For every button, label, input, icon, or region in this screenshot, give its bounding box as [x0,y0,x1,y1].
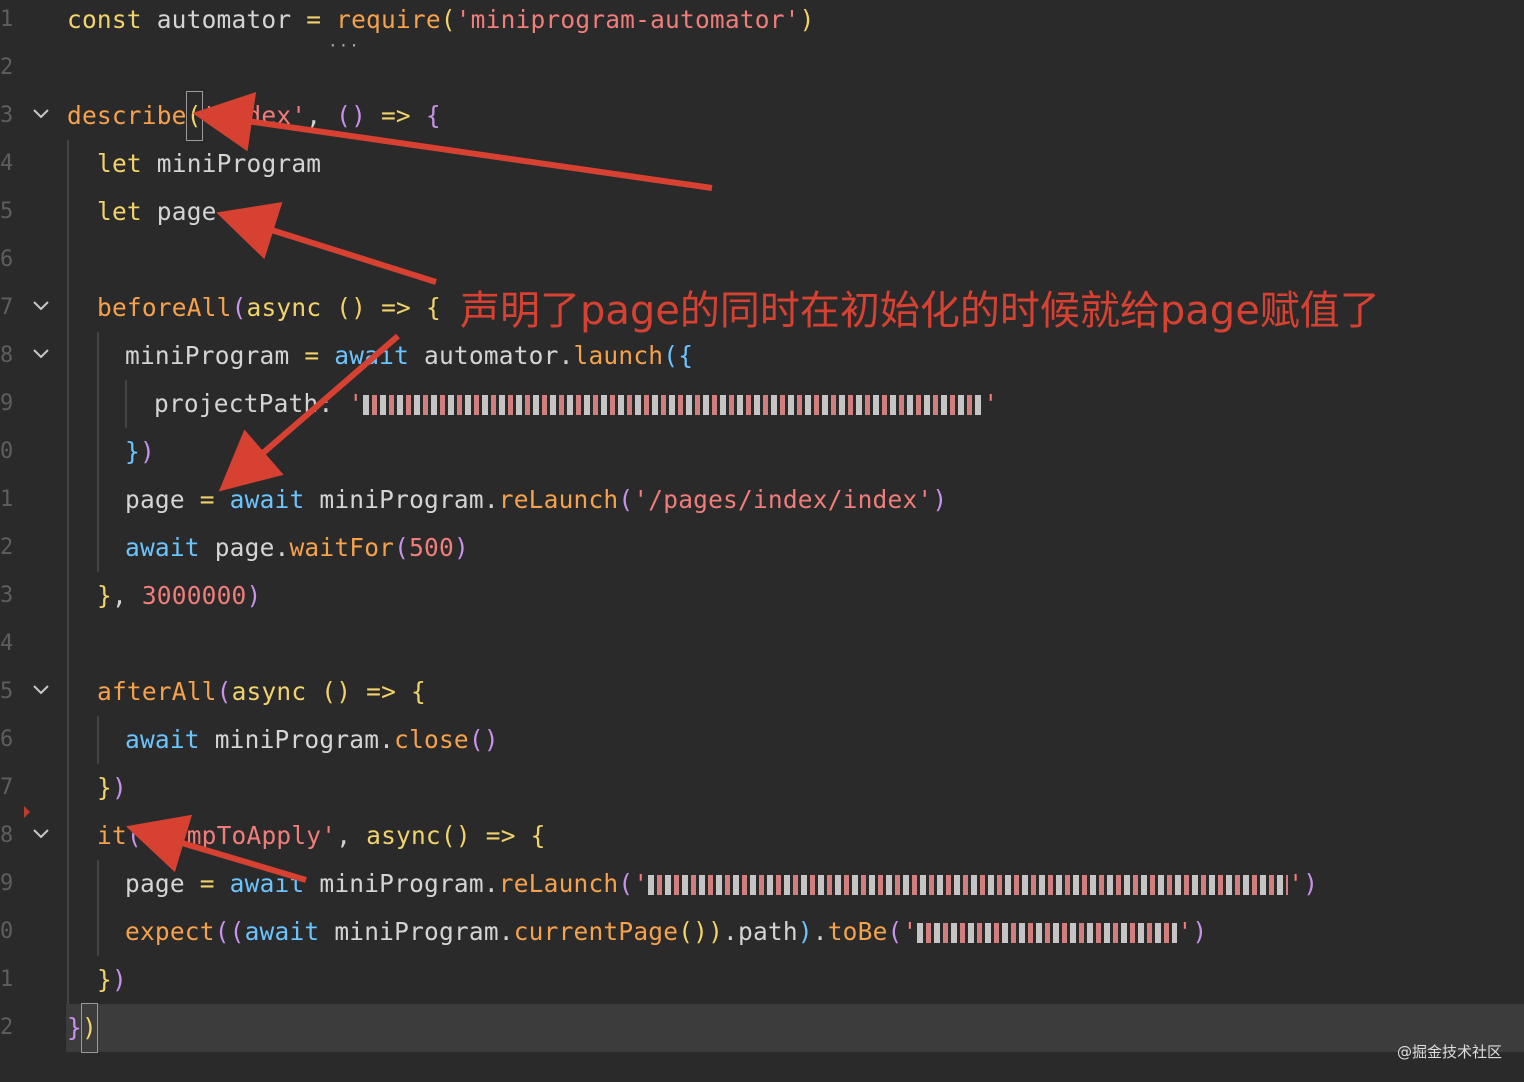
line-number: 7 [0,295,14,320]
code-line-13[interactable]: 3 }, 3000000) [0,572,1524,620]
line-number: 2 [0,55,14,80]
code-line-20[interactable]: 0 expect((await miniProgram.currentPage(… [0,908,1524,956]
redacted-path [363,395,984,415]
code-text[interactable]: await page.waitFor(500) [125,524,469,572]
line-number: 9 [0,391,14,416]
code-text[interactable]: await miniProgram.close() [125,716,499,764]
code-text[interactable]: beforeAll(async () => { [97,284,441,332]
fold-chevron-icon[interactable] [30,822,52,844]
code-line-18[interactable]: 8 it('jumpToApply', async() => { [0,812,1524,860]
fold-chevron-icon[interactable] [30,294,52,316]
line-number: 1 [0,7,14,32]
code-line-19[interactable]: 9 page = await miniProgram.reLaunch(' ') [0,860,1524,908]
code-text[interactable]: projectPath: ' ' [154,380,998,428]
code-text[interactable]: describe('index', () => { [67,91,441,141]
code-text[interactable]: page = await miniProgram.reLaunch(' ') [125,860,1318,908]
redacted-url [648,875,1289,895]
line-number: 9 [0,871,14,896]
code-text[interactable]: }) [97,764,127,812]
line-number: 6 [0,727,14,752]
line-number: 5 [0,679,14,704]
code-line-21[interactable]: 1 }) [0,956,1524,1004]
code-line-5[interactable]: 5 let page [0,188,1524,236]
code-line-9[interactable]: 9 projectPath: ' ' [0,380,1524,428]
line-number: 1 [0,967,14,992]
code-line-15[interactable]: 5 afterAll(async () => { [0,668,1524,716]
code-text[interactable]: const automator = require('miniprogram-a… [67,0,815,44]
annotation-text: 声明了page的同时在初始化的时候就给page赋值了 [460,288,1380,334]
line-number: 0 [0,439,14,464]
line-number: 6 [0,247,14,272]
watermark: @掘金技术社区 [1396,1043,1502,1061]
line-number: 3 [0,583,14,608]
code-text[interactable]: }, 3000000) [97,572,261,620]
line-number: 2 [0,1015,14,1040]
code-line-22-current[interactable]: }) [66,1003,1524,1053]
line-number: 4 [0,631,14,656]
line-number: 5 [0,199,14,224]
code-line-10[interactable]: 0 }) [0,428,1524,476]
indent-guide [125,380,127,428]
line-number: 4 [0,151,14,176]
code-line-3[interactable]: 3 describe('index', () => { [0,91,1524,141]
code-text[interactable]: miniProgram = await automator.launch({ [125,332,693,380]
line-number: 3 [0,103,14,128]
code-line-14[interactable]: 4 [0,620,1524,668]
line-number: 8 [0,343,14,368]
code-line-4[interactable]: 4 let miniProgram [0,140,1524,188]
code-line-6[interactable]: 6 [0,236,1524,284]
code-line-16[interactable]: 6 await miniProgram.close() [0,716,1524,764]
code-text[interactable]: }) [67,1003,98,1053]
code-text[interactable]: expect((await miniProgram.currentPage())… [125,908,1207,956]
code-text[interactable]: }) [125,428,155,476]
indent-guide [97,860,99,956]
code-line-12[interactable]: 2 await page.waitFor(500) [0,524,1524,572]
redacted-path [917,923,1178,943]
line-number: 7 [0,775,14,800]
line-number: 8 [0,823,14,848]
code-line-1[interactable]: 1 const automator = require('miniprogram… [0,0,1524,44]
code-text[interactable]: }) [97,956,127,1004]
code-line-2[interactable]: 2 [0,44,1524,92]
line-number: 0 [0,919,14,944]
indent-guide [97,332,99,572]
line-number: 1 [0,487,14,512]
code-line-17[interactable]: 7 }) [0,764,1524,812]
fold-chevron-icon[interactable] [30,342,52,364]
code-line-8[interactable]: 8 miniProgram = await automator.launch({ [0,332,1524,380]
indent-guide [97,716,99,764]
code-editor[interactable]: 1 const automator = require('miniprogram… [0,0,1524,1082]
code-text[interactable]: page = await miniProgram.reLaunch('/page… [125,476,947,524]
fold-chevron-icon[interactable] [30,102,52,124]
code-text[interactable]: let page [97,188,217,236]
indent-guide [67,140,69,1004]
code-text[interactable]: let miniProgram [97,140,321,188]
suggestion-dots-icon: ··· [328,36,360,55]
breakpoint-marker-icon [24,806,30,818]
line-number: 2 [0,535,14,560]
fold-chevron-icon[interactable] [30,678,52,700]
code-text[interactable]: afterAll(async () => { [97,668,426,716]
code-line-11[interactable]: 1 page = await miniProgram.reLaunch('/pa… [0,476,1524,524]
code-text[interactable]: it('jumpToApply', async() => { [97,812,546,860]
